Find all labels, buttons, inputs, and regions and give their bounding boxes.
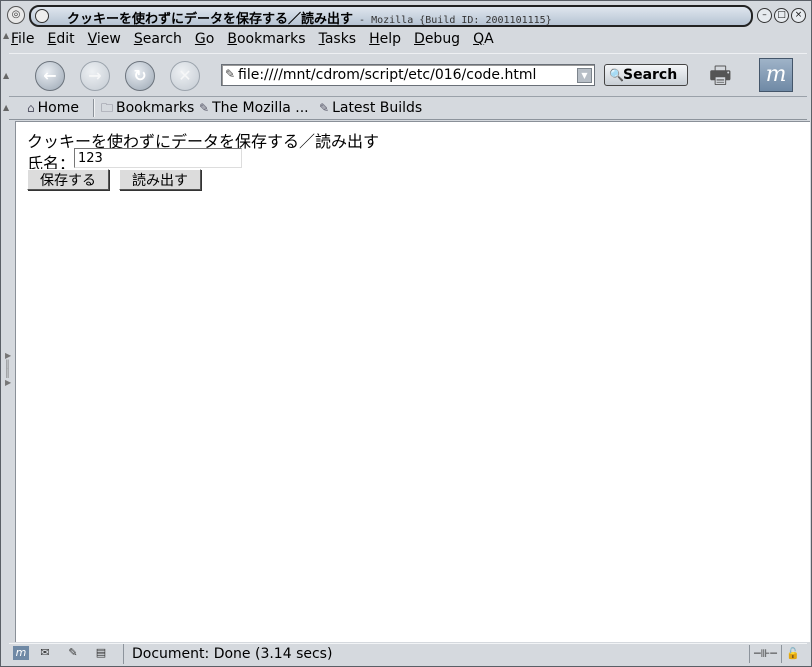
forward-button[interactable]: → (80, 61, 110, 91)
navigation-toolbar: ← → ↻ ✕ ✎ ▼ 🔍Search 🖶 m (9, 53, 807, 97)
menu-tasks[interactable]: Tasks (317, 28, 359, 50)
stop-icon: ✕ (178, 66, 192, 85)
home-label: Home (37, 100, 79, 116)
personal-toolbar: ⌂ Home 🗀 Bookmarks ✎ The Mozilla ... ✎ Lates… (9, 97, 807, 120)
mozilla-logo-icon[interactable]: m (759, 58, 793, 92)
title-bar: ◎ クッキーを使わずにデータを保存する／読み出す - Mozilla {Buil… (3, 3, 809, 27)
minimize-button[interactable]: – (757, 8, 772, 23)
menu-file[interactable]: File (9, 28, 36, 50)
search-button[interactable]: 🔍Search (604, 64, 688, 86)
status-message: Document: Done (3.14 secs) (123, 644, 332, 664)
menu-edit[interactable]: Edit (45, 28, 76, 50)
browser-window: ◎ クッキーを使わずにデータを保存する／読み出す - Mozilla {Buil… (0, 0, 812, 667)
page-proxy-icon[interactable]: ✎ (225, 67, 235, 81)
bookmark-icon: ✎ (319, 101, 330, 115)
url-input[interactable] (238, 66, 578, 83)
bookmarks-label: Bookmarks (116, 100, 195, 116)
window-title-build: - Mozilla {Build ID: 2001101115} (353, 15, 552, 26)
address-book-icon[interactable]: ▤ (93, 646, 109, 660)
menu-go[interactable]: Go (193, 28, 216, 50)
window-title: クッキーを使わずにデータを保存する／読み出す - Mozilla {Build … (67, 8, 552, 27)
home-icon: ⌂ (27, 101, 35, 115)
name-input[interactable] (74, 148, 242, 168)
maximize-button[interactable]: □ (774, 8, 789, 23)
url-dropdown-button[interactable]: ▼ (577, 68, 592, 83)
print-icon[interactable]: 🖶 (709, 58, 732, 99)
bookmark-latest-builds[interactable]: ✎ Latest Builds (319, 99, 422, 117)
title-pill: クッキーを使わずにデータを保存する／読み出す - Mozilla {Build … (29, 5, 753, 27)
title-dot-icon (35, 9, 49, 23)
bookmarks-button[interactable]: 🗀 Bookmarks (101, 99, 194, 117)
back-button[interactable]: ← (35, 61, 65, 91)
url-bar[interactable]: ✎ ▼ (221, 64, 595, 86)
window-title-text: クッキーを使わずにデータを保存する／読み出す (67, 12, 354, 27)
menu-help[interactable]: Help (367, 28, 403, 50)
menu-debug[interactable]: Debug (412, 28, 462, 50)
bookmark-mozilla-label: The Mozilla ... (212, 100, 309, 116)
menu-bookmarks[interactable]: Bookmarks (225, 28, 307, 50)
bookmark-mozilla[interactable]: ✎ The Mozilla ... (199, 99, 309, 117)
close-button[interactable]: × (791, 8, 806, 23)
online-status-icon[interactable]: ─⊪─ (749, 645, 781, 663)
load-button[interactable]: 読み出す (119, 169, 201, 190)
toolbar-separator (93, 99, 95, 117)
security-lock-icon[interactable]: 🔓 (781, 645, 804, 663)
forward-arrow-icon: → (88, 66, 102, 85)
reload-icon: ↻ (133, 66, 147, 85)
menu-bar: File Edit View Search Go Bookmarks Tasks Help De… (9, 28, 505, 50)
home-button[interactable]: ⌂ Home (27, 99, 79, 117)
search-button-label: Search (623, 67, 678, 83)
stop-button[interactable]: ✕ (170, 61, 200, 91)
mail-icon[interactable]: ✉ (37, 646, 53, 660)
window-menu-icon[interactable]: ◎ (7, 6, 25, 24)
bookmark-latest-builds-label: Latest Builds (332, 100, 423, 116)
folder-icon: 🗀 (101, 101, 114, 115)
composer-icon[interactable]: ✎ (65, 646, 81, 660)
search-icon: 🔍 (609, 68, 624, 82)
save-button[interactable]: 保存する (27, 169, 109, 190)
sidebar-grip-icon[interactable]: ▶ ║ ║ ▶ (5, 351, 11, 411)
back-arrow-icon: ← (43, 66, 57, 85)
page-content: クッキーを使わずにデータを保存する／読み出す 氏名： 保存する 読み出す (15, 121, 810, 642)
reload-button[interactable]: ↻ (125, 61, 155, 91)
menu-search[interactable]: Search (132, 28, 184, 50)
status-bar: m ✉ ✎ ▤ Document: Done (3.14 secs) ─⊪─ 🔓 (9, 643, 807, 664)
menu-view[interactable]: View (86, 28, 123, 50)
menu-qa[interactable]: QA (471, 28, 496, 50)
navigator-icon[interactable]: m (13, 646, 29, 660)
bookmark-icon: ✎ (199, 101, 210, 115)
